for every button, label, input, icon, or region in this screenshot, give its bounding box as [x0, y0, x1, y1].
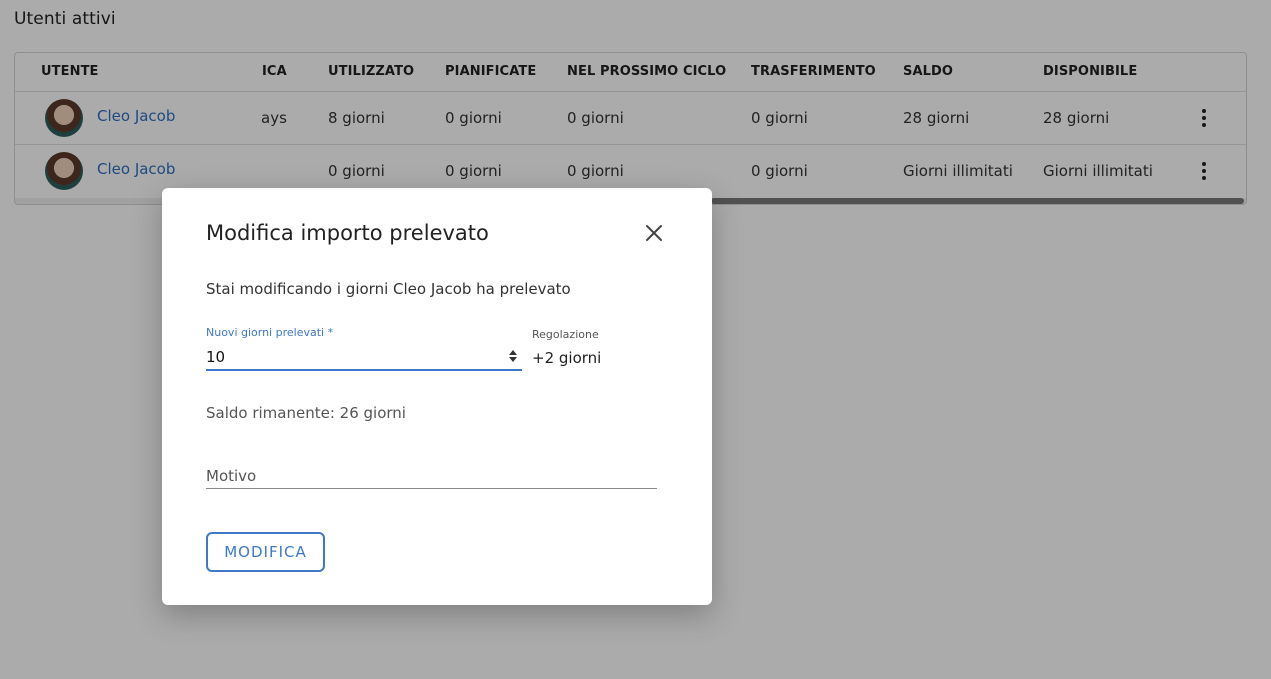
adjustment-label: Regolazione — [532, 328, 599, 341]
adjustment-value: +2 giorni — [532, 349, 602, 367]
spinner-down-icon[interactable] — [509, 357, 517, 362]
dialog-title: Modifica importo prelevato — [206, 221, 489, 245]
reason-input[interactable] — [206, 464, 657, 489]
edit-withdrawn-dialog: Modifica importo prelevato Stai modifica… — [162, 188, 712, 605]
new-days-input[interactable] — [206, 345, 522, 371]
modifica-button[interactable]: MODIFICA — [206, 532, 325, 572]
remaining-balance: Saldo rimanente: 26 giorni — [206, 404, 406, 422]
close-button[interactable] — [643, 222, 665, 244]
new-days-label: Nuovi giorni prelevati * — [206, 326, 334, 339]
spinner-up-icon[interactable] — [509, 350, 517, 355]
close-icon — [646, 225, 662, 241]
dialog-description: Stai modificando i giorni Cleo Jacob ha … — [206, 280, 571, 298]
spinner-icon[interactable] — [507, 348, 519, 364]
